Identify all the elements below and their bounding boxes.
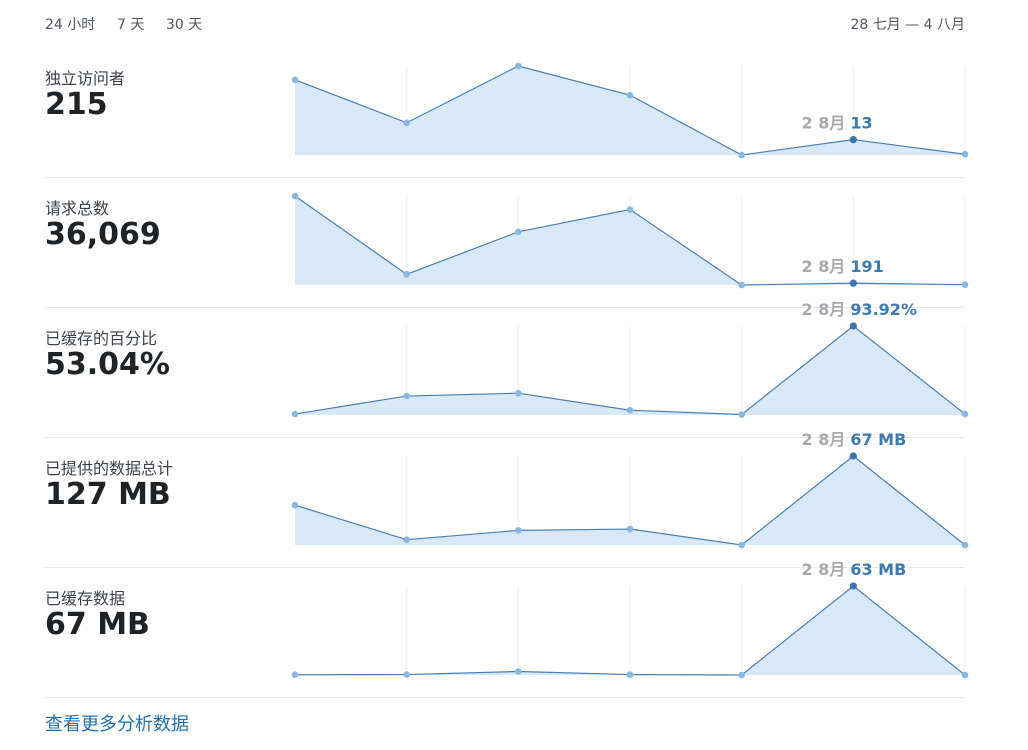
metric-row-data-served: 已提供的数据总计 127 MB 2 8月 67 MB xyxy=(45,430,969,568)
metric-value: 215 xyxy=(45,87,108,122)
data-point xyxy=(626,671,634,678)
highlight-point xyxy=(849,279,857,287)
sparkline-chart-total-requests: 2 8月 191 xyxy=(291,192,969,289)
data-point xyxy=(626,525,634,533)
highlight-point xyxy=(849,452,857,460)
data-point xyxy=(738,151,745,159)
callout-value-label: 13 xyxy=(850,114,872,133)
data-point xyxy=(626,91,634,99)
range-bar: 24 小时 7 天 30 天 28 七月 — 4 八月 xyxy=(45,14,965,36)
data-point xyxy=(738,411,745,418)
callout-value-label: 63 MB xyxy=(850,560,906,579)
callout-date-label: 2 8月 xyxy=(801,300,845,319)
sparkline-chart-unique-visitors: 2 8月 13 xyxy=(291,62,969,159)
sparkline-chart-cached-percent: 2 8月 93.92% xyxy=(291,300,969,418)
data-point xyxy=(403,119,410,127)
sparkline-chart-cached-data: 2 8月 63 MB xyxy=(291,560,969,679)
metric-row-unique-visitors: 独立访问者 215 2 8月 13 xyxy=(45,47,969,178)
range-7d-link[interactable]: 7 天 xyxy=(117,14,144,34)
metric-row-cached-percent: 已缓存的百分比 53.04% 2 8月 93.92% xyxy=(45,300,969,438)
metric-label: 已提供的数据总计 xyxy=(45,459,174,478)
data-point xyxy=(515,389,522,397)
data-point xyxy=(291,76,299,84)
metric-label: 请求总数 xyxy=(45,199,110,218)
data-point xyxy=(291,410,299,418)
data-point xyxy=(961,671,969,679)
data-point xyxy=(961,410,969,418)
data-point xyxy=(403,536,410,543)
highlight-point xyxy=(849,322,857,330)
data-point xyxy=(515,668,522,675)
metric-value: 127 MB xyxy=(45,477,171,512)
metric-value: 36,069 xyxy=(45,217,161,252)
data-point xyxy=(403,271,410,278)
metric-label: 已缓存的百分比 xyxy=(45,329,158,348)
data-point xyxy=(961,150,969,158)
highlight-point xyxy=(849,136,857,144)
data-point xyxy=(961,281,969,289)
metric-label: 独立访问者 xyxy=(45,69,126,88)
highlight-point xyxy=(849,582,857,590)
data-point xyxy=(291,501,299,509)
data-point xyxy=(961,541,969,549)
data-point xyxy=(403,671,410,678)
metric-row-cached-data: 已缓存数据 67 MB 2 8月 63 MB xyxy=(45,560,969,698)
data-point xyxy=(291,671,299,679)
data-point xyxy=(738,281,745,289)
callout-date-label: 2 8月 xyxy=(801,257,845,276)
data-point xyxy=(515,527,522,534)
callout-date-label: 2 8月 xyxy=(801,560,845,579)
data-point xyxy=(626,206,634,213)
metric-row-total-requests: 请求总数 36,069 2 8月 191 xyxy=(45,177,969,308)
range-24h-link[interactable]: 24 小时 xyxy=(45,14,95,34)
data-point xyxy=(515,62,522,70)
callout-date-label: 2 8月 xyxy=(801,430,845,449)
view-more-analytics-link[interactable]: 查看更多分析数据 xyxy=(45,710,189,736)
range-30d-link[interactable]: 30 天 xyxy=(166,14,202,34)
data-point xyxy=(738,541,745,549)
metric-value: 67 MB xyxy=(45,607,150,642)
data-point xyxy=(738,671,745,679)
callout-value-label: 93.92% xyxy=(850,300,917,319)
date-range-label: 28 七月 — 4 八月 xyxy=(850,17,965,33)
callout-date-label: 2 8月 xyxy=(801,114,845,133)
data-point xyxy=(626,406,634,414)
data-point xyxy=(515,228,522,236)
callout-value-label: 67 MB xyxy=(850,430,906,449)
callout-value-label: 191 xyxy=(850,257,883,276)
data-point xyxy=(291,192,299,200)
sparkline-chart-data-served: 2 8月 67 MB xyxy=(291,430,969,549)
data-point xyxy=(403,392,410,400)
metric-value: 53.04% xyxy=(45,347,170,382)
metric-label: 已缓存数据 xyxy=(45,589,126,608)
